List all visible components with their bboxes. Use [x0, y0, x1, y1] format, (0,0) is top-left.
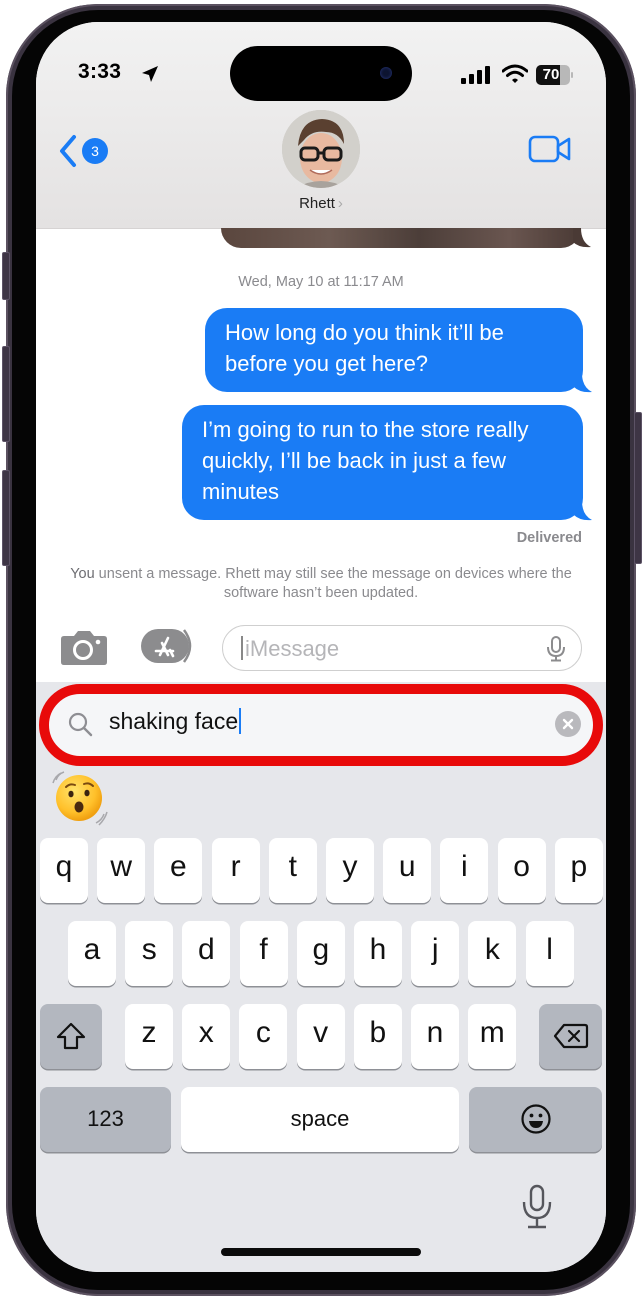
key-i[interactable]: i: [440, 838, 489, 903]
key-t[interactable]: t: [268, 838, 317, 903]
key-z[interactable]: z: [125, 1004, 173, 1069]
unsent-notice: You unsent a message. Rhett may still se…: [66, 565, 576, 603]
key-j[interactable]: j: [411, 921, 460, 986]
shift-icon: [56, 1022, 86, 1050]
volume-up-button: [2, 346, 10, 442]
numbers-key[interactable]: 123: [40, 1087, 171, 1152]
action-button: [2, 252, 10, 300]
key-p[interactable]: p: [554, 838, 603, 903]
emoji-smiley-icon: [520, 1104, 551, 1134]
key-b[interactable]: b: [353, 1004, 402, 1069]
delete-key[interactable]: [539, 1004, 602, 1069]
key-c[interactable]: c: [239, 1004, 288, 1069]
delete-backspace-icon: [553, 1023, 588, 1049]
unsent-notice-text: unsent a message. Rhett may still see th…: [94, 566, 572, 601]
cellular-signal-icon: [461, 66, 490, 84]
key-n[interactable]: n: [411, 1004, 459, 1069]
key-f[interactable]: f: [239, 921, 288, 986]
search-icon: [68, 712, 93, 737]
text-caret: [239, 708, 242, 734]
battery-tip: [571, 72, 573, 78]
shaking-face-emoji: [52, 771, 108, 826]
search-query-text: shaking face: [109, 708, 239, 734]
front-camera: [380, 67, 392, 79]
volume-down-button: [2, 470, 10, 566]
location-arrow-icon: [142, 66, 158, 82]
space-key[interactable]: space: [181, 1087, 459, 1152]
emoji-key[interactable]: [469, 1087, 602, 1152]
wifi-icon: [502, 64, 528, 83]
contact-name-text: Rhett: [299, 195, 335, 212]
app-store-button[interactable]: [140, 628, 198, 664]
key-d[interactable]: d: [182, 921, 231, 986]
key-u[interactable]: u: [383, 838, 432, 903]
battery-level: 70: [542, 66, 560, 83]
emoji-search-keyboard: shaking face q w e r t y u i o p a s d f…: [36, 682, 606, 1272]
chevron-left-icon: [60, 135, 76, 167]
facetime-video-button[interactable]: [528, 134, 572, 164]
key-k[interactable]: k: [468, 921, 517, 986]
key-s[interactable]: s: [125, 921, 174, 986]
image-message-bubble[interactable]: [221, 228, 581, 248]
home-indicator[interactable]: [221, 1248, 421, 1256]
key-m[interactable]: m: [468, 1004, 517, 1069]
microphone-icon: [547, 636, 565, 662]
power-button: [634, 412, 642, 564]
emoji-result-shaking-face[interactable]: [50, 768, 110, 828]
chevron-right-icon: ›: [337, 195, 343, 212]
battery-body: 70: [536, 65, 570, 85]
contact-name[interactable]: Rhett ›: [36, 195, 606, 212]
key-x[interactable]: x: [182, 1004, 231, 1069]
clear-search-button[interactable]: [555, 711, 581, 737]
audio-message-button[interactable]: [545, 636, 567, 662]
message-timestamp: Wed, May 10 at 11:17 AM: [238, 274, 404, 290]
text-caret: [241, 636, 243, 660]
imessage-input[interactable]: iMessage: [222, 625, 582, 671]
unsent-notice-you: You: [70, 566, 95, 582]
key-a[interactable]: a: [68, 921, 116, 986]
camera-icon: [61, 631, 107, 665]
battery-indicator: 70: [536, 65, 574, 85]
delivery-status: Delivered: [516, 530, 582, 546]
emoji-search-query: shaking face: [109, 708, 242, 735]
key-y[interactable]: y: [326, 838, 374, 903]
emoji-search-field[interactable]: shaking face: [39, 684, 603, 766]
dynamic-island: [230, 46, 412, 101]
camera-button[interactable]: [60, 628, 108, 666]
clock: 3:33: [78, 60, 122, 83]
key-v[interactable]: v: [296, 1004, 345, 1069]
key-o[interactable]: o: [497, 838, 546, 903]
key-q[interactable]: q: [40, 838, 88, 903]
key-h[interactable]: h: [354, 921, 402, 986]
key-l[interactable]: l: [525, 921, 574, 986]
clear-x-icon: [562, 718, 574, 730]
imessage-placeholder: iMessage: [245, 636, 340, 661]
microphone-icon: [522, 1184, 552, 1229]
message-bubble[interactable]: How long do you think it’ll be before yo…: [205, 308, 583, 392]
shift-key[interactable]: [40, 1004, 102, 1069]
message-bubble[interactable]: I’m going to run to the store really qui…: [182, 405, 583, 520]
key-r[interactable]: r: [211, 838, 260, 903]
unread-count-badge: 3: [82, 138, 108, 164]
screen: 3 Rhett › 3:33 70 Wed, May 10 at 11:17 A…: [36, 22, 606, 1272]
app-store-icon: [141, 629, 192, 663]
bubble-tail: [574, 373, 592, 393]
key-e[interactable]: e: [154, 838, 203, 903]
bubble-tail: [573, 228, 591, 248]
back-button[interactable]: 3: [58, 134, 118, 168]
key-g[interactable]: g: [296, 921, 345, 986]
key-w[interactable]: w: [97, 838, 146, 903]
video-camera-icon: [528, 135, 571, 163]
dictation-button[interactable]: [520, 1184, 554, 1230]
message-composer: iMessage: [36, 617, 606, 679]
bubble-tail: [574, 501, 592, 521]
